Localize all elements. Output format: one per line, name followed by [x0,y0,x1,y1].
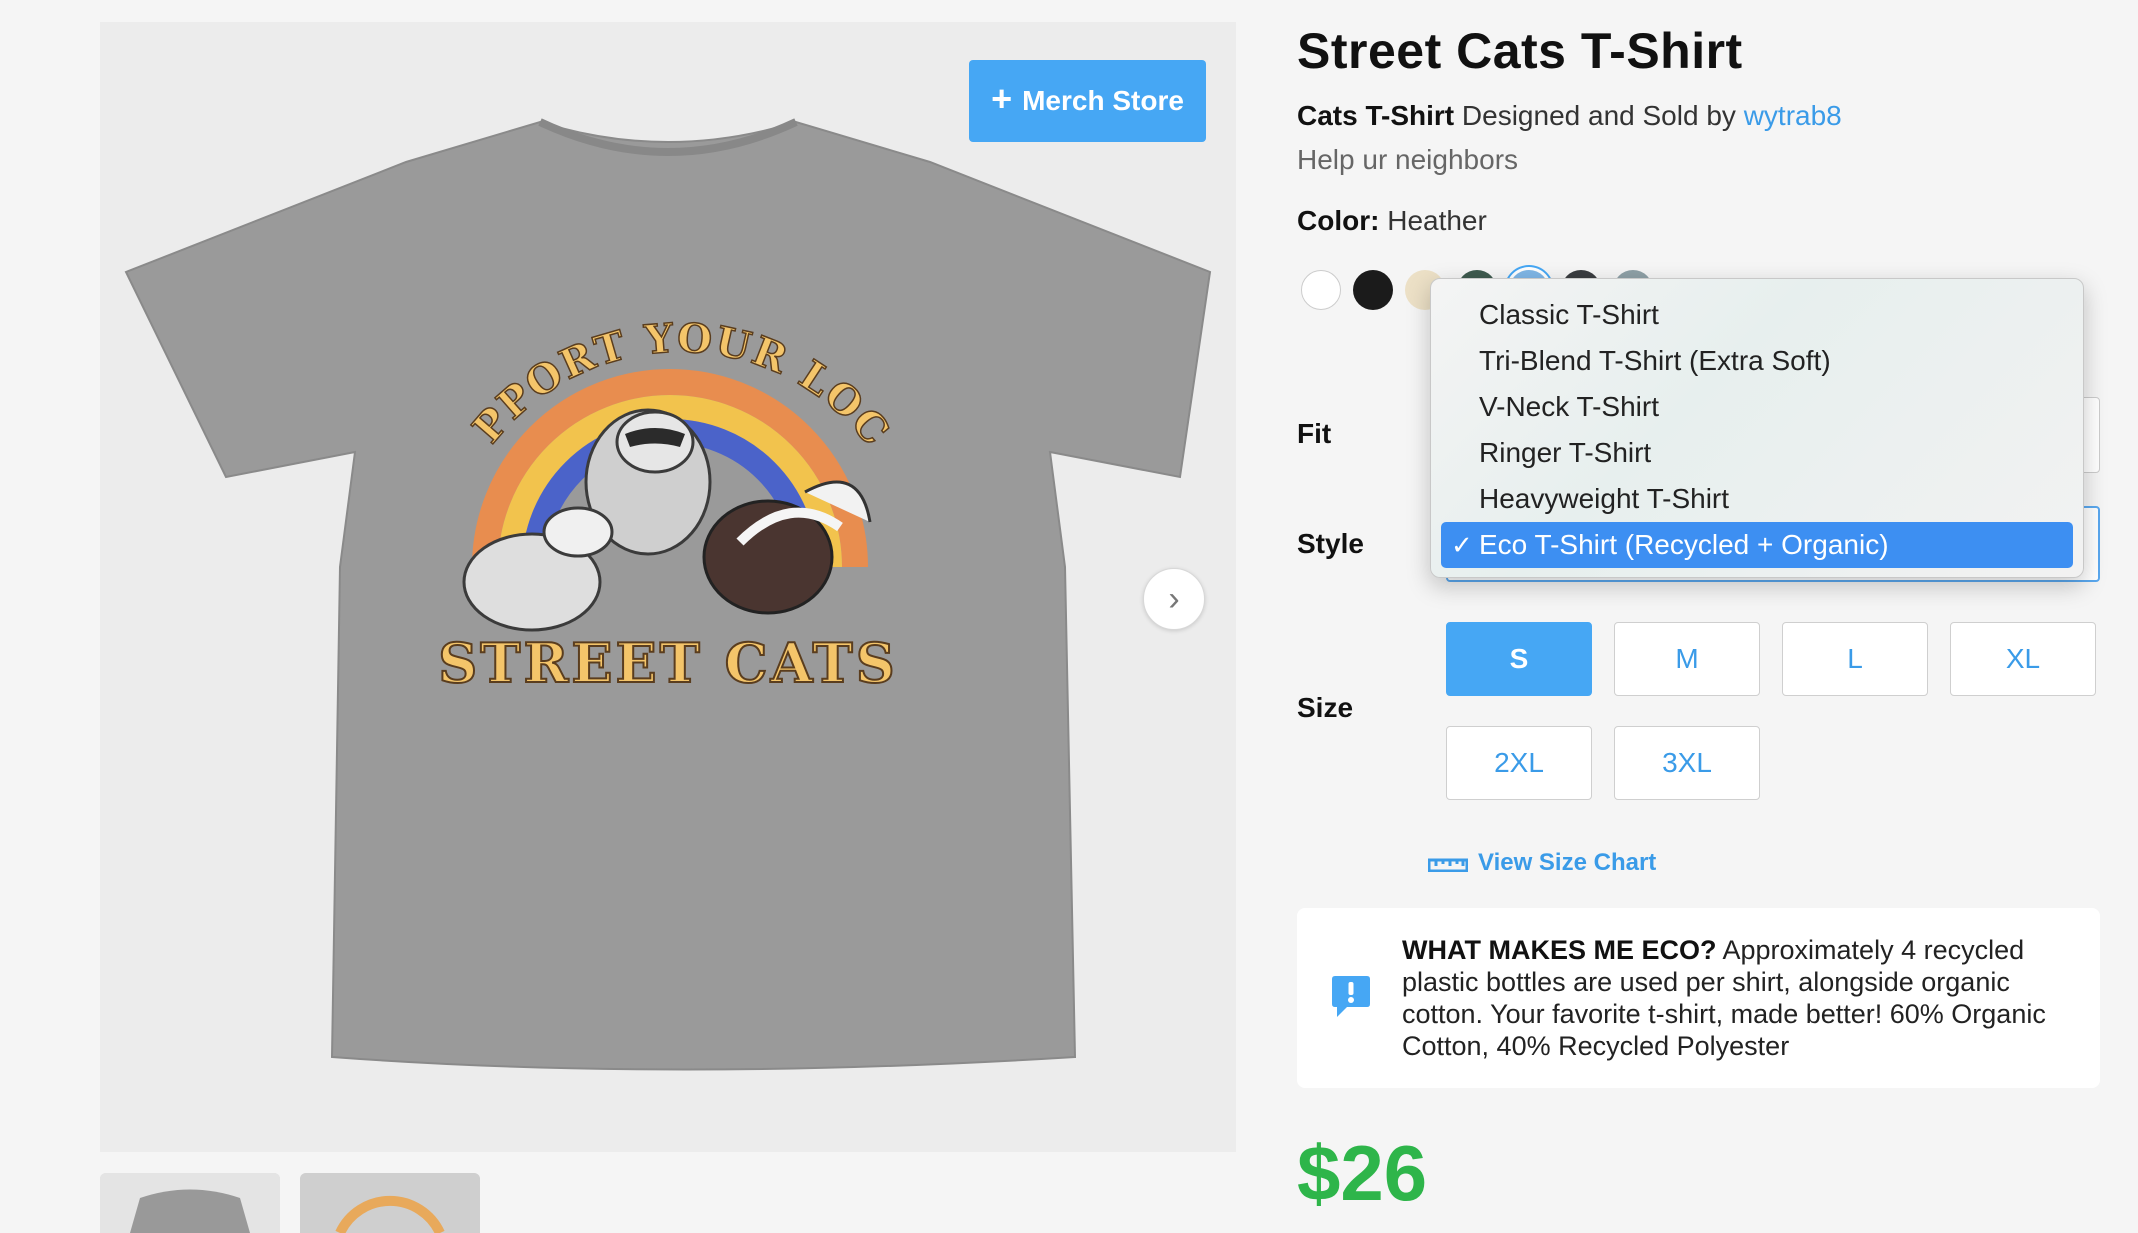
size-2xl-button[interactable]: 2XL [1446,726,1592,800]
view-size-chart-link[interactable]: View Size Chart [1428,849,1656,877]
color-label: Color: [1297,205,1380,236]
chevron-right-icon: › [1168,579,1180,618]
size-label: Size [1297,692,1354,723]
size-xl-button[interactable]: XL [1950,622,2096,696]
style-option-eco[interactable]: ✓ Eco T-Shirt (Recycled + Organic) [1441,522,2073,568]
designer-link[interactable]: wytrab8 [1744,100,1842,131]
product-type-label: Cats T-Shirt [1297,100,1455,131]
product-image-panel: SUPPORT YOUR LOCAL STREET CATS [100,22,1236,1152]
style-option-heavyweight[interactable]: Heavyweight T-Shirt [1431,476,2083,522]
style-label: Style [1297,528,1364,559]
thumbnail-image [300,1173,480,1233]
thumbnail-print[interactable] [300,1173,480,1233]
style-option-triblend[interactable]: Tri-Blend T-Shirt (Extra Soft) [1431,338,2083,384]
swatch-white[interactable] [1301,270,1341,310]
thumbnail-image [100,1173,280,1233]
ruler-icon [1428,858,1468,872]
color-row: Color: Heather [1297,205,1487,237]
designer-line: Cats T-Shirt Designed and Sold by wytrab… [1297,100,1842,132]
merch-store-label: Merch Store [1022,85,1184,116]
product-tagline: Help ur neighbors [1297,144,1519,175]
eco-description: WHAT MAKES ME ECO? Approximately 4 recyc… [1402,934,2082,1062]
merch-store-button[interactable]: + Merch Store [969,60,1206,142]
size-m-button[interactable]: M [1614,622,1760,696]
size-s-button[interactable]: S [1446,622,1592,696]
style-dropdown-menu: Classic T-Shirt Tri-Blend T-Shirt (Extra… [1430,278,2084,578]
checkmark-icon: ✓ [1451,530,1473,560]
tshirt-image: SUPPORT YOUR LOCAL STREET CATS [100,22,1212,1071]
plus-icon: + [991,78,1013,119]
price: $26 [1297,1129,1428,1217]
size-l-button[interactable]: L [1782,622,1928,696]
color-value: Heather [1387,205,1487,236]
fit-label: Fit [1297,418,1332,449]
designed-sold-by-text: Designed and Sold by [1461,100,1736,131]
style-option-vneck[interactable]: V-Neck T-Shirt [1431,384,2083,430]
info-speech-icon [1332,976,1370,1017]
style-option-ringer[interactable]: Ringer T-Shirt [1431,430,2083,476]
size-3xl-button[interactable]: 3XL [1614,726,1760,800]
next-image-button[interactable]: › [1143,568,1205,630]
product-title: Street Cats T-Shirt [1297,23,1743,79]
swatch-black[interactable] [1353,270,1393,310]
style-option-classic[interactable]: Classic T-Shirt [1431,292,2083,338]
shirt-bottom-text: STREET CATS [438,631,897,695]
thumbnail-front[interactable] [100,1173,280,1233]
eco-heading: WHAT MAKES ME ECO? [1402,935,1717,965]
view-size-chart-label: View Size Chart [1478,849,1657,876]
style-option-eco-label: Eco T-Shirt (Recycled + Organic) [1479,529,1889,560]
eco-info-card: WHAT MAKES ME ECO? Approximately 4 recyc… [1297,908,2100,1088]
